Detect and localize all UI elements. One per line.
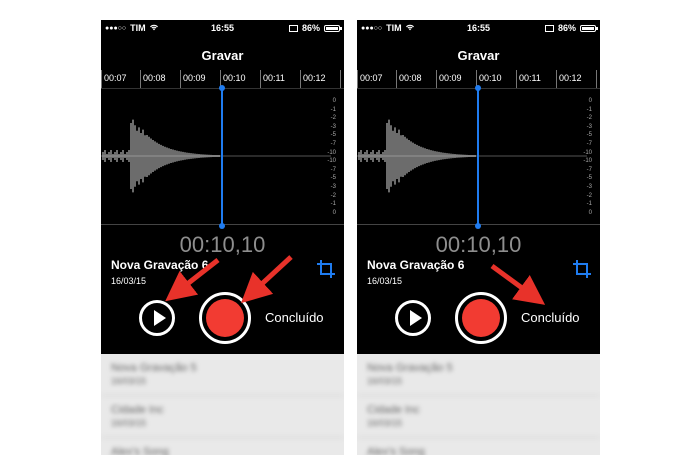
timeline-label: 00:08 <box>399 73 422 83</box>
done-button[interactable]: Concluído <box>265 310 324 325</box>
playback-controls: Concluído <box>101 292 344 350</box>
recording-name[interactable]: Nova Gravação 6 <box>367 258 464 272</box>
record-button[interactable] <box>199 292 251 344</box>
phone-screen-left: ●●●○○ TIM 16:55 86% Gravar 00:07 00:08 0… <box>101 20 344 455</box>
battery-percent: 86% <box>557 23 576 33</box>
battery-percent: 86% <box>301 23 320 33</box>
waveform-area[interactable]: 0 -1 -2 -3 -5 -7 -10 -10 -7 -5 -3 -2 -1 0 <box>357 85 600 229</box>
timeline-label: 00:12 <box>303 73 326 83</box>
timeline-label: 00:09 <box>439 73 462 83</box>
crop-icon[interactable] <box>572 258 592 280</box>
timeline-label: 00:07 <box>104 73 127 83</box>
timeline-label: 00:09 <box>183 73 206 83</box>
recording-date: 16/03/15 <box>367 276 403 286</box>
timeline-label: 00:08 <box>143 73 166 83</box>
timeline-label: 00:11 <box>519 73 541 83</box>
elapsed-time: 00:10,10 <box>179 232 266 257</box>
airplay-icon <box>544 24 554 32</box>
page-title: Gravar <box>457 48 500 63</box>
elapsed-time: 00:10,10 <box>435 232 522 257</box>
status-bar: ●●●○○ TIM 16:55 86% <box>101 20 344 36</box>
play-button[interactable] <box>139 300 175 336</box>
recording-name[interactable]: Nova Gravação 6 <box>111 258 208 272</box>
decibel-scale: 0 -1 -2 -3 -5 -7 -10 -10 -7 -5 -3 -2 -1 0 <box>327 98 336 216</box>
recording-date: 16/03/15 <box>111 276 147 286</box>
playback-controls: Concluído <box>357 292 600 350</box>
timeline-label: 00:10 <box>223 73 246 83</box>
done-button[interactable]: Concluído <box>521 310 580 325</box>
play-button[interactable] <box>395 300 431 336</box>
playhead[interactable] <box>475 85 481 229</box>
battery-icon <box>580 24 598 32</box>
battery-icon <box>324 24 342 32</box>
list-item[interactable]: Nova Gravação 5 16/03/15 <box>101 354 344 396</box>
list-item[interactable]: Cidade Inc 16/03/15 <box>101 396 344 438</box>
phone-screen-right: ●●●○○ TIM 16:55 86% Gravar 00:07 00:08 0… <box>357 20 600 455</box>
timeline-label: 00:10 <box>479 73 502 83</box>
waveform-area[interactable]: 0 -1 -2 -3 -5 -7 -10 -10 -7 -5 -3 -2 -1 0 <box>101 85 344 229</box>
playhead[interactable] <box>219 85 225 229</box>
list-item[interactable]: Cidade Inc 16/03/15 <box>357 396 600 438</box>
list-item[interactable]: Alex's Song <box>101 438 344 455</box>
record-button[interactable] <box>455 292 507 344</box>
timeline-label: 00:11 <box>263 73 285 83</box>
page-title: Gravar <box>201 48 244 63</box>
timeline-label: 00:12 <box>559 73 582 83</box>
list-item[interactable]: Nova Gravação 5 16/03/15 <box>357 354 600 396</box>
decibel-scale: 0 -1 -2 -3 -5 -7 -10 -10 -7 -5 -3 -2 -1 0 <box>583 98 592 216</box>
list-item[interactable]: Alex's Song <box>357 438 600 455</box>
recordings-list: Nova Gravação 5 16/03/15 Cidade Inc 16/0… <box>357 354 600 455</box>
timeline-label: 00:07 <box>360 73 383 83</box>
crop-icon[interactable] <box>316 258 336 280</box>
status-bar: ●●●○○ TIM 16:55 86% <box>357 20 600 36</box>
airplay-icon <box>288 24 298 32</box>
recordings-list: Nova Gravação 5 16/03/15 Cidade Inc 16/0… <box>101 354 344 455</box>
